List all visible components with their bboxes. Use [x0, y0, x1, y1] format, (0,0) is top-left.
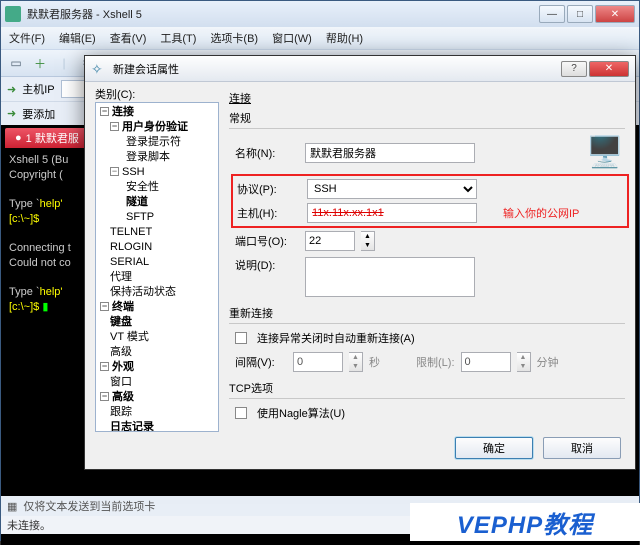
limit-label: 限制(L): — [416, 354, 455, 370]
dialog-title: 新建会话属性 — [113, 61, 561, 77]
menu-help[interactable]: 帮助(H) — [326, 30, 363, 46]
limit-input[interactable] — [461, 352, 511, 372]
min-label: 分钟 — [537, 354, 559, 370]
port-spinner[interactable]: ▲▼ — [361, 231, 375, 251]
window-title: 默默君服务器 - Xshell 5 — [27, 6, 539, 22]
sec-label: 秒 — [369, 354, 380, 370]
tree-window[interactable]: 窗口 — [96, 375, 218, 390]
tree-advanced[interactable]: −高级 — [96, 390, 218, 405]
ok-button[interactable]: 确定 — [455, 437, 533, 459]
add-arrow-icon: ➜ — [7, 107, 16, 120]
nagle-label: 使用Nagle算法(U) — [257, 405, 345, 421]
menu-tools[interactable]: 工具(T) — [160, 30, 196, 46]
section-connect: 连接 — [229, 90, 625, 106]
tree-vt[interactable]: VT 模式 — [96, 330, 218, 345]
tree-serial[interactable]: SERIAL — [96, 255, 218, 270]
dialog-content: 连接 常规 名称(N): 🖥️ 协议(P): SSH 主机(H): — [229, 88, 625, 432]
menubar: 文件(F) 编辑(E) 查看(V) 工具(T) 选项卡(B) 窗口(W) 帮助(… — [1, 27, 639, 49]
tree-terminal[interactable]: −终端 — [96, 300, 218, 315]
app-icon — [5, 6, 21, 22]
host-label: 主机IP — [22, 81, 54, 97]
dialog-icon: ✧ — [91, 61, 107, 77]
desc-label: 说明(D): — [235, 257, 299, 273]
section-general: 常规 — [229, 110, 625, 126]
watermark: VEPHP教程 — [410, 503, 640, 541]
tree-trace[interactable]: 跟踪 — [96, 405, 218, 420]
host-arrow-icon: ➜ — [7, 83, 16, 96]
cancel-button[interactable]: 取消 — [543, 437, 621, 459]
interval-spinner[interactable]: ▲▼ — [349, 352, 363, 372]
dialog-help-button[interactable]: ? — [561, 61, 587, 77]
add-label: 要添加 — [22, 106, 55, 122]
host-label: 主机(H): — [237, 205, 301, 221]
port-input[interactable] — [305, 231, 355, 251]
host-input-field[interactable] — [307, 203, 477, 223]
category-tree[interactable]: −连接 −用户身份验证 登录提示符 登录脚本 −SSH 安全性 隧道 SFTP … — [95, 102, 219, 432]
maximize-button[interactable]: □ — [567, 5, 593, 23]
tree-telnet[interactable]: TELNET — [96, 225, 218, 240]
tree-connect[interactable]: −连接 — [96, 105, 218, 120]
menu-view[interactable]: 查看(V) — [110, 30, 147, 46]
desc-input[interactable] — [305, 257, 475, 297]
tree-keyboard[interactable]: 键盘 — [96, 315, 218, 330]
sendbar-text: 仅将文本发送到当前选项卡 — [23, 498, 155, 514]
session-properties-dialog: ✧ 新建会话属性 ? ✕ 类别(C): −连接 −用户身份验证 登录提示符 登录… — [84, 55, 636, 470]
connection-big-icon: 🖥️ — [585, 135, 625, 171]
interval-label: 间隔(V): — [235, 354, 287, 370]
tree-log[interactable]: 日志记录 — [96, 420, 218, 432]
sep: | — [55, 54, 73, 72]
tree-prompt[interactable]: 登录提示符 — [96, 135, 218, 150]
tree-proxy[interactable]: 代理 — [96, 270, 218, 285]
port-label: 端口号(O): — [235, 233, 299, 249]
menu-file[interactable]: 文件(F) — [9, 30, 45, 46]
menu-edit[interactable]: 编辑(E) — [59, 30, 96, 46]
name-input[interactable] — [305, 143, 475, 163]
name-label: 名称(N): — [235, 145, 299, 161]
limit-spinner[interactable]: ▲▼ — [517, 352, 531, 372]
section-tcp: TCP选项 — [229, 380, 625, 396]
tree-script[interactable]: 登录脚本 — [96, 150, 218, 165]
tree-advterm[interactable]: 高级 — [96, 345, 218, 360]
session-tab[interactable]: ● 1 默默君服 — [5, 128, 89, 148]
send-icon: ▦ — [7, 500, 17, 513]
proto-label: 协议(P): — [237, 181, 301, 197]
tab-dot-icon: ● — [15, 132, 22, 144]
nagle-checkbox[interactable] — [235, 407, 247, 419]
host-hint: 输入你的公网IP — [503, 205, 579, 221]
add-icon[interactable]: ＋ — [31, 54, 49, 72]
tree-sftp[interactable]: SFTP — [96, 210, 218, 225]
dialog-titlebar[interactable]: ✧ 新建会话属性 ? ✕ — [85, 56, 635, 82]
menu-tabs[interactable]: 选项卡(B) — [210, 30, 258, 46]
interval-input[interactable] — [293, 352, 343, 372]
tree-auth[interactable]: −用户身份验证 — [96, 120, 218, 135]
close-button[interactable]: ✕ — [595, 5, 635, 23]
tree-keep[interactable]: 保持活动状态 — [96, 285, 218, 300]
minimize-button[interactable]: — — [539, 5, 565, 23]
dialog-close-button[interactable]: ✕ — [589, 61, 629, 77]
status-left: 未连接。 — [7, 517, 51, 533]
host-highlight-box: 协议(P): SSH 主机(H): 输入你的公网IP — [231, 174, 629, 228]
tree-ssh[interactable]: −SSH — [96, 165, 218, 180]
menu-window[interactable]: 窗口(W) — [272, 30, 312, 46]
titlebar[interactable]: 默默君服务器 - Xshell 5 — □ ✕ — [1, 1, 639, 27]
section-reconnect: 重新连接 — [229, 305, 625, 321]
tree-appearance[interactable]: −外观 — [96, 360, 218, 375]
tree-security[interactable]: 安全性 — [96, 180, 218, 195]
new-icon[interactable]: ▭ — [7, 54, 25, 72]
reconnect-checkbox[interactable] — [235, 332, 247, 344]
reconnect-label: 连接异常关闭时自动重新连接(A) — [257, 330, 415, 346]
protocol-select[interactable]: SSH — [307, 179, 477, 199]
category-label: 类别(C): — [95, 86, 135, 102]
tree-tunnel[interactable]: 隧道 — [96, 195, 218, 210]
tab-label: 1 默默君服 — [26, 130, 79, 146]
tree-rlogin[interactable]: RLOGIN — [96, 240, 218, 255]
